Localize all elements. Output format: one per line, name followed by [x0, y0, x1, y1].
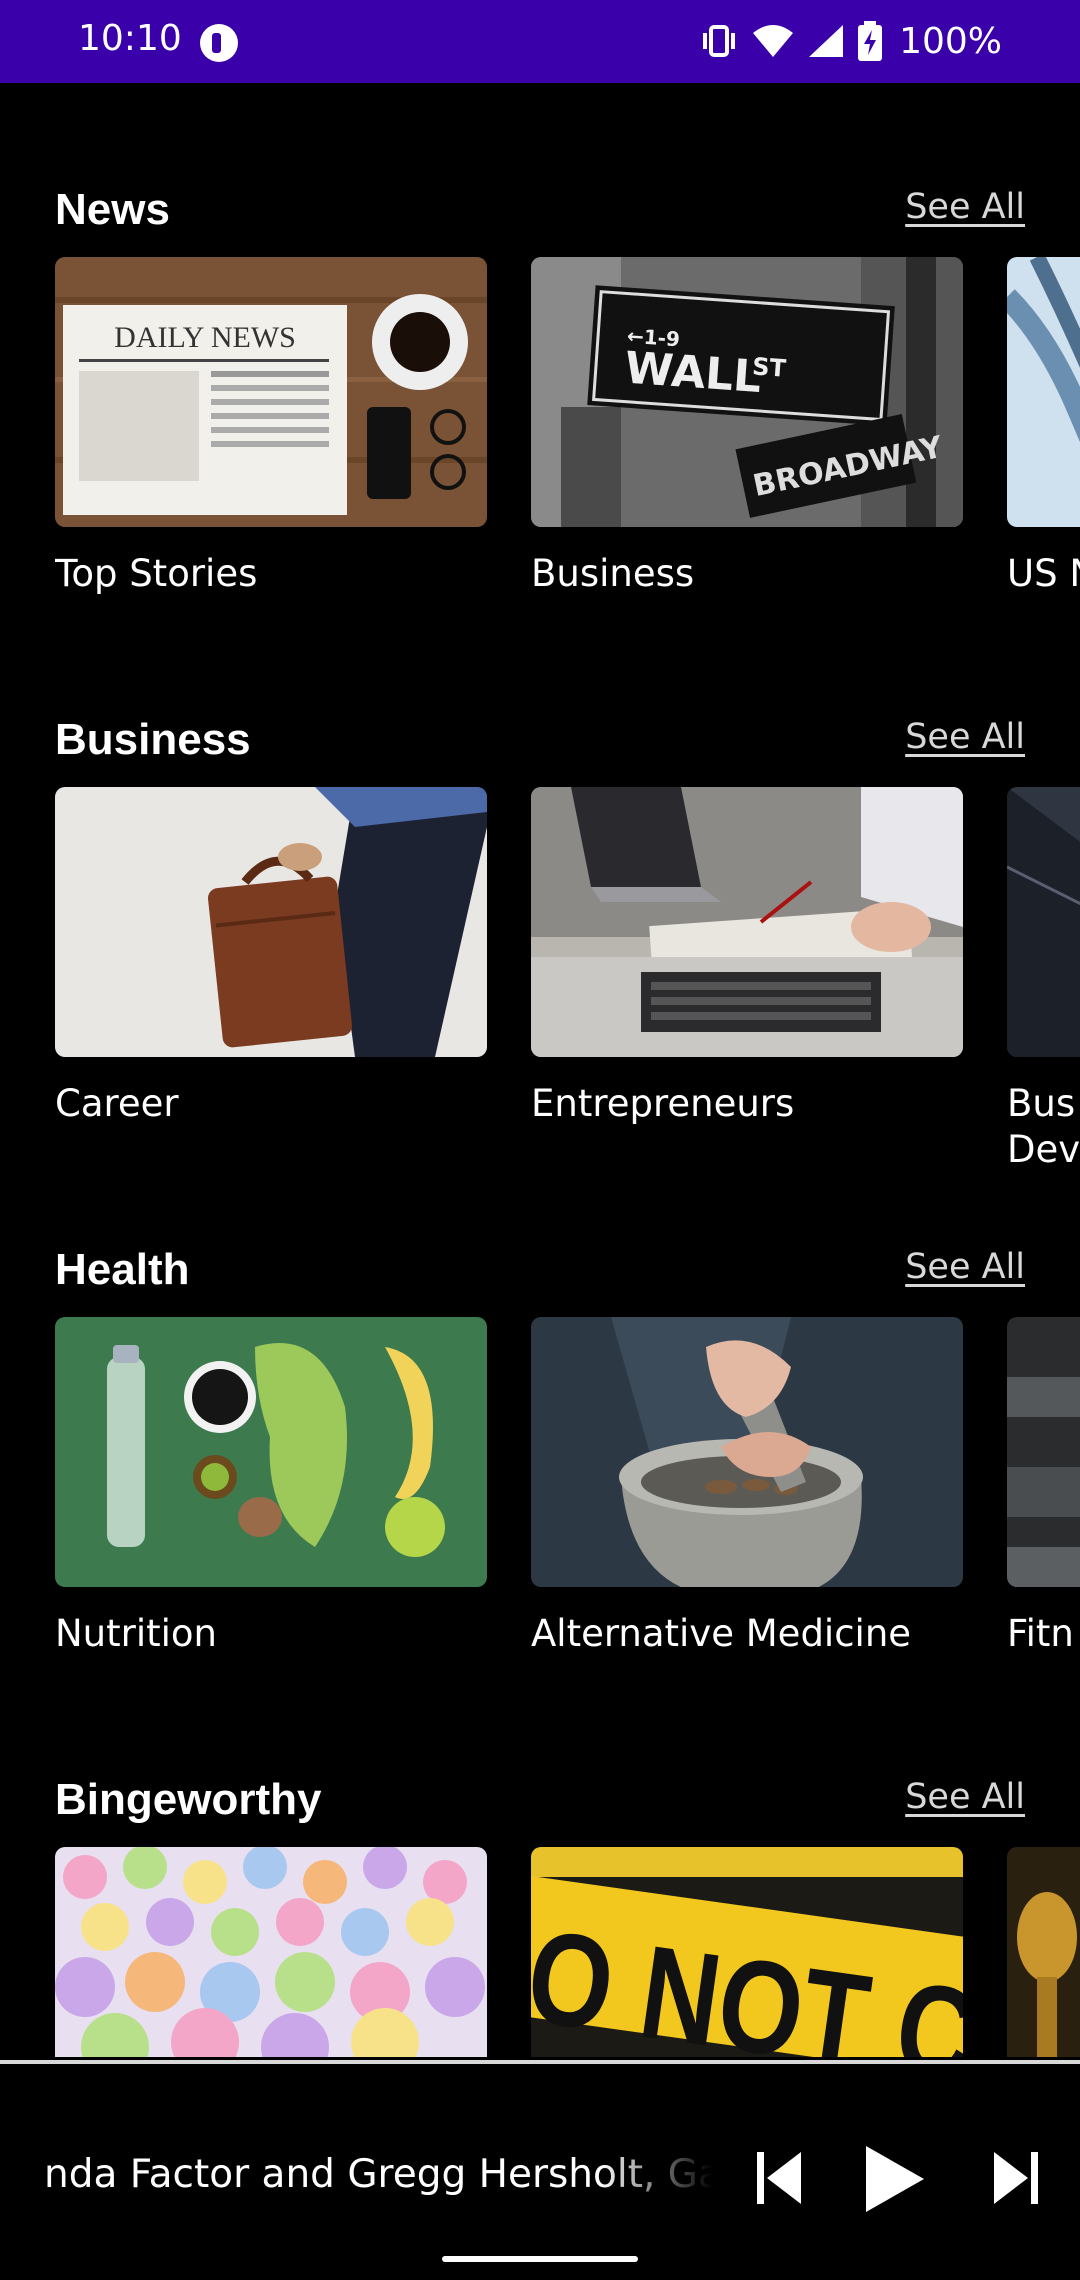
- section-title: News: [55, 185, 170, 234]
- vibrate-icon: [703, 25, 736, 57]
- candy-hearts-photo: [55, 1847, 487, 2057]
- battery-percentage: 100%: [899, 20, 1002, 62]
- card-label: US N: [1007, 552, 1080, 595]
- card-label: Fitn: [1007, 1612, 1074, 1655]
- status-time: 10:10: [78, 18, 182, 59]
- laptop-meeting-photo: [531, 787, 963, 1057]
- police-tape-photo: O NOT CROSS: [531, 1847, 963, 2057]
- see-all-link[interactable]: See All: [905, 187, 1025, 227]
- see-all-link[interactable]: See All: [905, 717, 1025, 757]
- card-label: Nutrition: [55, 1612, 218, 1655]
- card-label: Bus Dev: [1007, 1082, 1080, 1171]
- see-all-link[interactable]: See All: [905, 1247, 1025, 1287]
- mini-player[interactable]: nda Factor and Gregg Hersholt, Ga: [0, 2060, 1080, 2280]
- card-carousel[interactable]: Nutrition Alternative Medicine Fitn: [55, 1317, 1080, 1717]
- card-label: Top Stories: [55, 552, 258, 595]
- card-business[interactable]: ←1-9 WALL ST BROADWAY Business: [531, 257, 963, 597]
- card-us-news[interactable]: US N: [1007, 257, 1080, 597]
- card-business-dev[interactable]: Bus Dev: [1007, 787, 1080, 1173]
- title-fade: [600, 2144, 712, 2214]
- mortar-pestle-photo: [531, 1317, 963, 1587]
- card-nutrition[interactable]: Nutrition: [55, 1317, 487, 1657]
- card-carousel[interactable]: DAILY NEWS Top Stories ←1-9 WALL ST BROA…: [55, 257, 1080, 657]
- play-icon[interactable]: [862, 2144, 926, 2214]
- svg-text:WALL: WALL: [623, 343, 763, 403]
- gold-lamp-photo: [1007, 1847, 1080, 2057]
- svg-text:ST: ST: [751, 352, 787, 382]
- cell-signal-icon: [809, 25, 844, 57]
- card-bingeworthy-2[interactable]: O NOT CROSS: [531, 1847, 963, 2057]
- skip-next-icon[interactable]: [990, 2150, 1040, 2206]
- app-notification-icon: [200, 24, 238, 62]
- wifi-icon: [753, 25, 794, 57]
- card-alternative-medicine[interactable]: Alternative Medicine: [531, 1317, 963, 1657]
- card-fitness[interactable]: Fitn: [1007, 1317, 1080, 1657]
- card-label: Business: [531, 552, 695, 595]
- card-career[interactable]: Career: [55, 787, 487, 1127]
- card-bingeworthy-1[interactable]: [55, 1847, 487, 2057]
- card-top-stories[interactable]: DAILY NEWS Top Stories: [55, 257, 487, 597]
- battery-charging-icon: [858, 21, 883, 61]
- card-carousel[interactable]: O NOT CROSS: [55, 1847, 1080, 2057]
- status-icons: 100%: [699, 16, 1002, 66]
- card-label: Career: [55, 1082, 179, 1125]
- status-bar: 10:10 100%: [0, 0, 1080, 83]
- office-building-photo: [1007, 787, 1080, 1057]
- card-carousel[interactable]: Career Entrepreneurs Bus Dev: [55, 787, 1080, 1187]
- home-indicator[interactable]: [442, 2256, 638, 2262]
- healthy-food-photo: [55, 1317, 487, 1587]
- skip-previous-icon[interactable]: [755, 2150, 805, 2206]
- cables-photo: [1007, 257, 1080, 527]
- see-all-link[interactable]: See All: [905, 1777, 1025, 1817]
- wall-street-sign-photo: ←1-9 WALL ST BROADWAY: [531, 257, 963, 527]
- section-title: Business: [55, 715, 251, 764]
- card-label: Alternative Medicine: [531, 1612, 912, 1655]
- svg-text:DAILY NEWS: DAILY NEWS: [114, 321, 296, 354]
- card-label: Entrepreneurs: [531, 1082, 795, 1125]
- section-title: Health: [55, 1245, 190, 1294]
- section-title: Bingeworthy: [55, 1775, 322, 1824]
- gym-weights-photo: [1007, 1317, 1080, 1587]
- briefcase-photo: [55, 787, 487, 1057]
- card-bingeworthy-3[interactable]: [1007, 1847, 1080, 2057]
- newspaper-coffee-photo: DAILY NEWS: [55, 257, 487, 527]
- card-entrepreneurs[interactable]: Entrepreneurs: [531, 787, 963, 1127]
